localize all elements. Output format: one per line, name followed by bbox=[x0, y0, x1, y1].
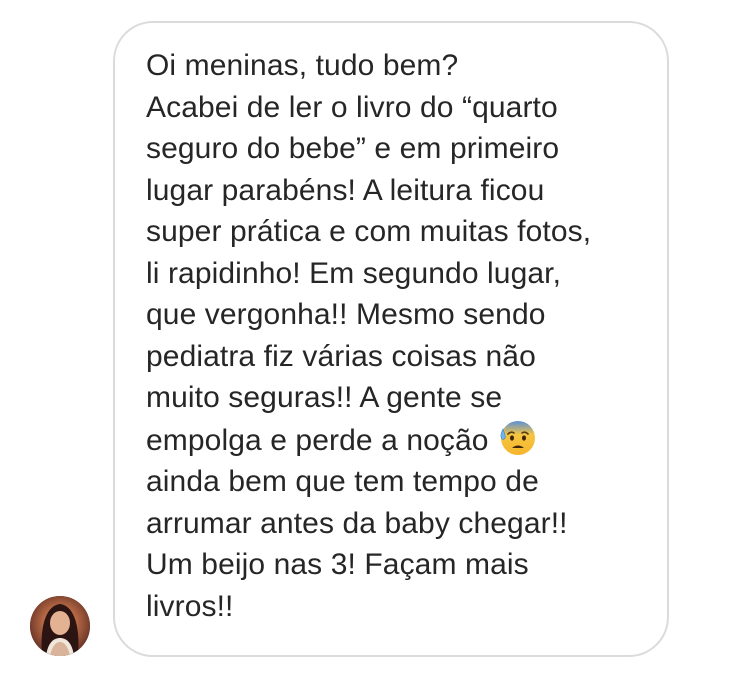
dm-thread: Oi meninas, tudo bem? Acabei de ler o li… bbox=[0, 0, 750, 674]
message-text: Oi meninas, tudo bem? Acabei de ler o li… bbox=[146, 45, 656, 627]
message-text-part-1: Oi meninas, tudo bem? Acabei de ler o li… bbox=[146, 49, 592, 457]
message-text-part-2: ainda bem que tem tempo de arrumar antes… bbox=[146, 465, 568, 623]
sender-avatar[interactable] bbox=[30, 596, 90, 656]
anxious-face-with-sweat-icon bbox=[499, 419, 537, 457]
message-bubble[interactable]: Oi meninas, tudo bem? Acabei de ler o li… bbox=[113, 21, 669, 657]
avatar-photo bbox=[30, 596, 90, 656]
received-message-row: Oi meninas, tudo bem? Acabei de ler o li… bbox=[0, 0, 750, 674]
